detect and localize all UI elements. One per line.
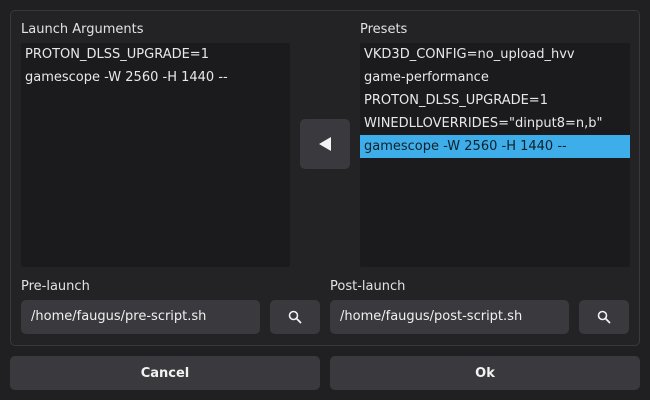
- cancel-button[interactable]: Cancel: [10, 356, 320, 390]
- post-launch-browse-button[interactable]: [579, 300, 629, 334]
- launch-arguments-label: Launch Arguments: [21, 22, 144, 37]
- pre-launch-label: Pre-launch: [21, 279, 90, 294]
- pre-launch-browse-button[interactable]: [270, 300, 320, 334]
- presets-list[interactable]: VKD3D_CONFIG=no_upload_hvv game-performa…: [360, 43, 630, 267]
- add-preset-button[interactable]: [300, 119, 350, 169]
- launch-argument-item[interactable]: gamescope -W 2560 -H 1440 --: [21, 66, 290, 89]
- search-icon: [288, 310, 302, 324]
- cancel-button-label: Cancel: [140, 365, 190, 381]
- post-launch-label: Post-launch: [330, 279, 406, 294]
- preset-item[interactable]: PROTON_DLSS_UPGRADE=1: [360, 89, 630, 112]
- triangle-left-icon: [319, 137, 331, 151]
- preset-item-selected[interactable]: gamescope -W 2560 -H 1440 --: [360, 135, 630, 158]
- launch-arguments-list[interactable]: PROTON_DLSS_UPGRADE=1 gamescope -W 2560 …: [21, 43, 290, 267]
- ok-button-label: Ok: [475, 365, 495, 381]
- post-launch-input[interactable]: /home/faugus/post-script.sh: [330, 300, 569, 334]
- presets-label: Presets: [360, 22, 408, 37]
- preset-item[interactable]: game-performance: [360, 66, 630, 89]
- pre-launch-input[interactable]: /home/faugus/pre-script.sh: [21, 300, 260, 334]
- preset-item[interactable]: WINEDLLOVERRIDES="dinput8=n,b": [360, 112, 630, 135]
- launch-argument-item[interactable]: PROTON_DLSS_UPGRADE=1: [21, 43, 290, 66]
- search-icon: [597, 310, 611, 324]
- preset-item[interactable]: VKD3D_CONFIG=no_upload_hvv: [360, 43, 630, 66]
- ok-button[interactable]: Ok: [330, 356, 640, 390]
